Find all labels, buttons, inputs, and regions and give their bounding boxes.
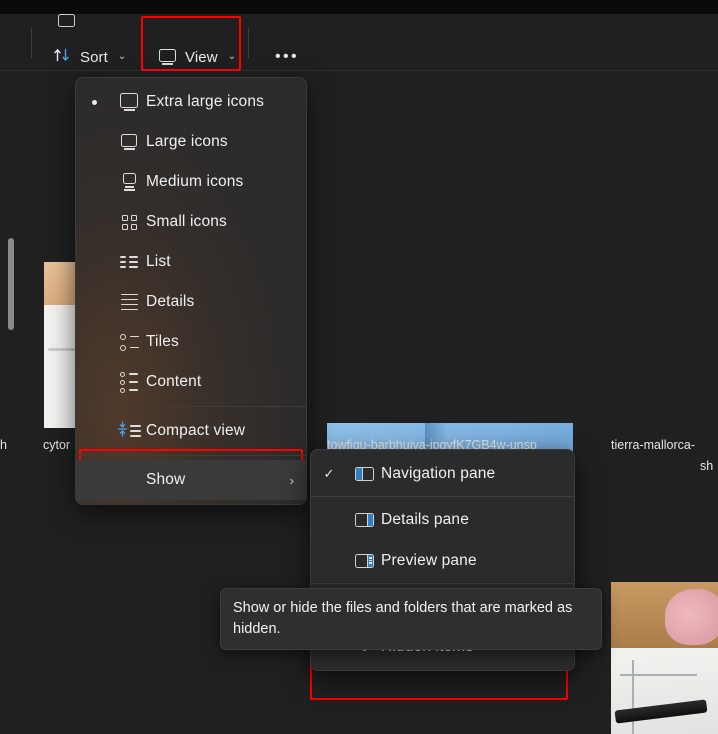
small-icons-icon bbox=[112, 215, 146, 230]
chevron-down-icon: ⌄ bbox=[228, 52, 236, 62]
menu-item-label: Show bbox=[146, 471, 290, 489]
menu-item-large-icons[interactable]: Large icons bbox=[76, 122, 306, 162]
sort-button-label: Sort bbox=[80, 49, 108, 66]
view-button[interactable]: View ⌄ bbox=[150, 40, 245, 74]
menu-separator bbox=[76, 406, 306, 407]
menu-item-label: Compact view bbox=[146, 422, 294, 440]
menu-item-label: Small icons bbox=[146, 213, 294, 231]
window-title-strip bbox=[0, 0, 718, 14]
command-bar: Sort ⌄ View ⌄ ••• bbox=[0, 14, 718, 71]
compact-view-icon bbox=[112, 421, 146, 442]
submenu-item-navigation-pane[interactable]: ✓ Navigation pane bbox=[311, 453, 574, 494]
chevron-right-icon: › bbox=[290, 473, 294, 488]
content-icon bbox=[112, 372, 146, 393]
details-icon bbox=[112, 294, 146, 311]
menu-item-details[interactable]: Details bbox=[76, 282, 306, 322]
submenu-item-label: Preview pane bbox=[381, 552, 477, 570]
submenu-item-label: Navigation pane bbox=[381, 465, 495, 483]
hidden-items-tooltip: Show or hide the files and folders that … bbox=[220, 588, 602, 650]
file-explorer-window: Sort ⌄ View ⌄ ••• h cytor bbox=[0, 0, 718, 734]
submenu-item-label: Details pane bbox=[381, 511, 469, 529]
menu-item-extra-large-icons[interactable]: Extra large icons bbox=[76, 82, 306, 122]
file-thumbnail[interactable] bbox=[611, 582, 718, 734]
sort-arrows-icon bbox=[53, 47, 71, 67]
menu-item-label: Extra large icons bbox=[146, 93, 294, 111]
submenu-separator bbox=[311, 583, 574, 584]
menu-item-show[interactable]: Show › bbox=[76, 460, 306, 500]
menu-item-content[interactable]: Content bbox=[76, 362, 306, 402]
compact-arrows bbox=[118, 421, 127, 442]
menu-item-label: Tiles bbox=[146, 333, 294, 351]
file-name-label: tierra-mallorca- bbox=[611, 438, 695, 452]
toolbar-separator-left bbox=[31, 28, 32, 58]
list-icon bbox=[112, 256, 146, 267]
menu-item-label: List bbox=[146, 253, 294, 271]
menu-item-label: Large icons bbox=[146, 133, 294, 151]
menu-item-label: Details bbox=[146, 293, 294, 311]
sort-button[interactable]: Sort ⌄ bbox=[44, 40, 135, 74]
view-button-label: View bbox=[185, 49, 218, 66]
preview-pane-icon bbox=[347, 554, 381, 568]
menu-item-label: Medium icons bbox=[146, 173, 294, 191]
vertical-scrollbar[interactable] bbox=[8, 238, 14, 330]
selected-radio-dot bbox=[76, 100, 112, 105]
submenu-item-details-pane[interactable]: Details pane bbox=[311, 499, 574, 540]
medium-icons-icon bbox=[112, 173, 146, 190]
chevron-down-icon: ⌄ bbox=[118, 52, 126, 62]
ellipsis-icon: ••• bbox=[275, 48, 299, 66]
menu-item-compact-view[interactable]: Compact view bbox=[76, 411, 306, 451]
large-icons-icon bbox=[112, 134, 146, 150]
view-dropdown-menu: Extra large icons Large icons Medium ico… bbox=[75, 77, 307, 505]
submenu-separator bbox=[311, 496, 574, 497]
menu-item-list[interactable]: List bbox=[76, 242, 306, 282]
obscured-checkbox-glyph bbox=[58, 14, 75, 27]
file-name-label: sh bbox=[700, 459, 713, 473]
menu-item-tiles[interactable]: Tiles bbox=[76, 322, 306, 362]
menu-separator bbox=[76, 455, 306, 456]
file-name-label: cytor bbox=[43, 438, 70, 452]
menu-item-small-icons[interactable]: Small icons bbox=[76, 202, 306, 242]
tiles-icon bbox=[112, 334, 146, 351]
menu-item-medium-icons[interactable]: Medium icons bbox=[76, 162, 306, 202]
checkmark-icon: ✓ bbox=[311, 466, 347, 482]
see-more-button[interactable]: ••• bbox=[266, 40, 308, 74]
details-pane-icon bbox=[347, 513, 381, 527]
file-name-label: h bbox=[0, 438, 7, 452]
menu-item-label: Content bbox=[146, 373, 294, 391]
monitor-icon bbox=[159, 49, 176, 65]
navigation-pane-icon bbox=[347, 467, 381, 481]
submenu-item-preview-pane[interactable]: Preview pane bbox=[311, 540, 574, 581]
extra-large-icons-icon bbox=[112, 93, 146, 111]
toolbar-separator-right bbox=[248, 28, 249, 58]
